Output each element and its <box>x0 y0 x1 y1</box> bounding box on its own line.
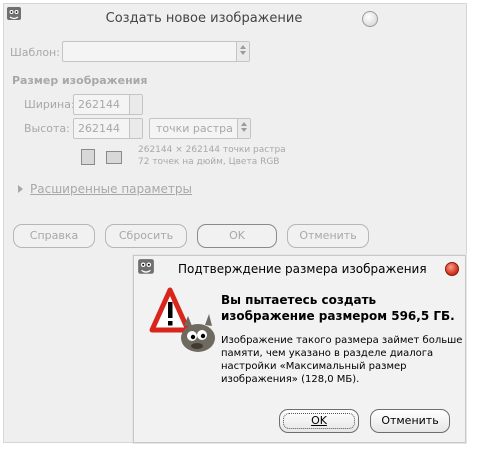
titlebar-round-button[interactable] <box>362 11 378 27</box>
width-value: 262144 <box>78 98 120 111</box>
unit-select-arrow <box>237 119 250 138</box>
confirmation-title: Подтверждение размера изображения <box>178 262 427 276</box>
warning-heading-line2: изображение размером 596,5 ГБ. <box>221 309 455 323</box>
confirm-cancel-button[interactable]: Отменить <box>370 409 450 433</box>
size-confirmation-dialog: Подтверждение размера изображения Вы пыт… <box>133 255 466 443</box>
cancel-button[interactable]: Отменить <box>287 224 369 248</box>
gimp-wilber-icon <box>138 259 154 274</box>
template-select[interactable] <box>62 41 250 62</box>
height-value: 262144 <box>78 122 120 135</box>
gimp-wilber-icon <box>7 7 21 20</box>
height-label: Высота: <box>24 122 70 135</box>
confirm-cancel-label: Отменить <box>381 414 439 427</box>
new-image-title: Создать новое изображение <box>105 11 303 26</box>
height-field[interactable]: 262144 <box>73 118 143 139</box>
width-spinner[interactable] <box>129 95 142 114</box>
reset-button[interactable]: Сбросить <box>105 224 187 248</box>
help-button[interactable]: Справка <box>13 224 95 248</box>
image-info-size: 262144 × 262144 точки растра <box>138 145 286 155</box>
new-image-titlebar: Создать новое изображение <box>4 4 466 30</box>
landscape-icon[interactable] <box>106 151 122 164</box>
advanced-options-expander[interactable]: Расширенные параметры <box>30 182 192 196</box>
template-select-arrow <box>236 42 249 61</box>
width-field[interactable]: 262144 <box>73 94 143 115</box>
template-label: Шаблон: <box>10 46 60 59</box>
close-icon[interactable] <box>445 262 459 276</box>
warning-body-line1: Изображение такого размера займет больше <box>221 335 463 346</box>
warning-body-line4: изображения» (128,0 МБ). <box>221 374 360 385</box>
portrait-icon[interactable] <box>81 149 95 165</box>
height-spinner[interactable] <box>129 119 142 138</box>
warning-triangle-icon <box>149 287 215 352</box>
warning-heading: Вы пытаетесь создать изображение размеро… <box>221 292 455 324</box>
warning-heading-line1: Вы пытаетесь создать <box>221 293 377 307</box>
expander-arrow-icon[interactable] <box>18 185 23 193</box>
unit-value: точки растра <box>156 122 233 135</box>
width-label: Ширина: <box>24 98 75 111</box>
confirmation-titlebar: Подтверждение размера изображения <box>134 256 465 282</box>
warning-body-line3: настройки «Максимальный размер <box>221 361 407 372</box>
image-info-resolution: 72 точек на дюйм, Цвета RGB <box>138 157 280 167</box>
image-size-heading: Размер изображения <box>12 74 148 87</box>
focus-ring <box>283 413 355 429</box>
unit-select[interactable]: точки растра <box>149 118 251 139</box>
warning-body-line2: памяти, чем указано в разделе диалога <box>221 348 434 359</box>
confirm-ok-button[interactable]: OK <box>279 409 359 433</box>
warning-body: Изображение такого размера займет больше… <box>221 334 462 386</box>
ok-button[interactable]: OK <box>197 224 277 248</box>
